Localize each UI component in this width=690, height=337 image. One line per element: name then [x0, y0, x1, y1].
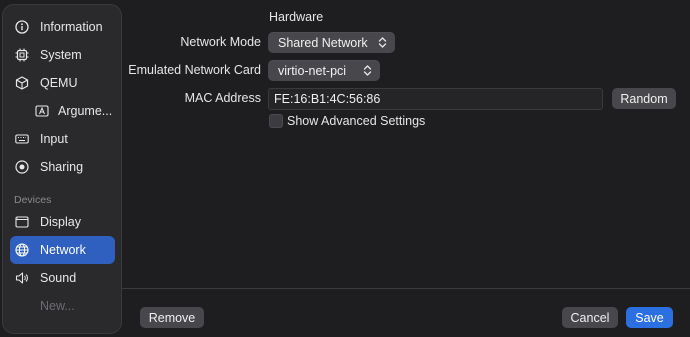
section-title: Hardware: [269, 10, 324, 24]
display-icon: [15, 215, 29, 229]
settings-window: Information System QEMU Argume... Input: [0, 0, 690, 337]
remove-button[interactable]: Remove: [140, 307, 204, 328]
cube-icon: [15, 76, 29, 90]
sidebar-item-sharing[interactable]: Sharing: [10, 153, 115, 181]
footer-divider: [122, 288, 690, 289]
sidebar-item-new[interactable]: New...: [10, 292, 115, 320]
mac-address-value: FE:16:B1:4C:56:86: [274, 92, 381, 106]
network-card-label: Emulated Network Card: [128, 63, 261, 77]
keyboard-icon: [15, 132, 29, 146]
sharing-icon: [15, 160, 29, 174]
devices-header: Devices: [14, 194, 52, 206]
sidebar-item-information[interactable]: Information: [10, 13, 115, 41]
advanced-settings-label: Show Advanced Settings: [287, 114, 426, 128]
sidebar-item-display[interactable]: Display: [10, 208, 115, 236]
network-mode-value: Shared Network: [278, 35, 368, 50]
speaker-icon: [15, 271, 29, 285]
info-icon: [15, 20, 29, 34]
argument-icon: [35, 104, 49, 118]
sidebar-item-label: New...: [40, 299, 75, 313]
sidebar-item-label: Input: [40, 132, 68, 146]
sidebar-item-label: QEMU: [40, 76, 78, 90]
save-button[interactable]: Save: [626, 307, 673, 328]
network-mode-label: Network Mode: [180, 35, 261, 49]
sidebar-item-label: Sharing: [40, 160, 84, 174]
sidebar-item-system[interactable]: System: [10, 41, 115, 69]
cpu-icon: [15, 48, 29, 62]
sidebar-item-label: Network: [40, 243, 86, 257]
chevron-updown-icon: [363, 65, 372, 76]
globe-icon: [15, 243, 29, 257]
sidebar-item-label: Sound: [40, 271, 77, 285]
network-card-select[interactable]: virtio-net-pci: [268, 60, 380, 81]
sidebar-item-label: Information: [40, 20, 103, 34]
chevron-updown-icon: [378, 37, 387, 48]
sidebar-item-sound[interactable]: Sound: [10, 264, 115, 292]
advanced-settings-checkbox[interactable]: [269, 114, 283, 128]
sidebar-item-network[interactable]: Network: [10, 236, 115, 264]
sidebar: Information System QEMU Argume... Input: [2, 4, 122, 334]
sidebar-item-arguments[interactable]: Argume...: [27, 97, 115, 125]
mac-address-label: MAC Address: [184, 91, 261, 105]
sidebar-item-label: System: [40, 48, 82, 62]
sidebar-item-label: Display: [40, 215, 81, 229]
sidebar-item-label: Argume...: [58, 104, 113, 118]
advanced-settings-row[interactable]: Show Advanced Settings: [269, 113, 425, 129]
cancel-button[interactable]: Cancel: [562, 307, 618, 328]
random-button[interactable]: Random: [612, 88, 676, 109]
sidebar-item-input[interactable]: Input: [10, 125, 115, 153]
network-card-value: virtio-net-pci: [278, 63, 347, 78]
sidebar-item-qemu[interactable]: QEMU: [10, 69, 115, 97]
mac-address-field[interactable]: FE:16:B1:4C:56:86: [268, 88, 603, 110]
network-mode-select[interactable]: Shared Network: [268, 32, 395, 53]
